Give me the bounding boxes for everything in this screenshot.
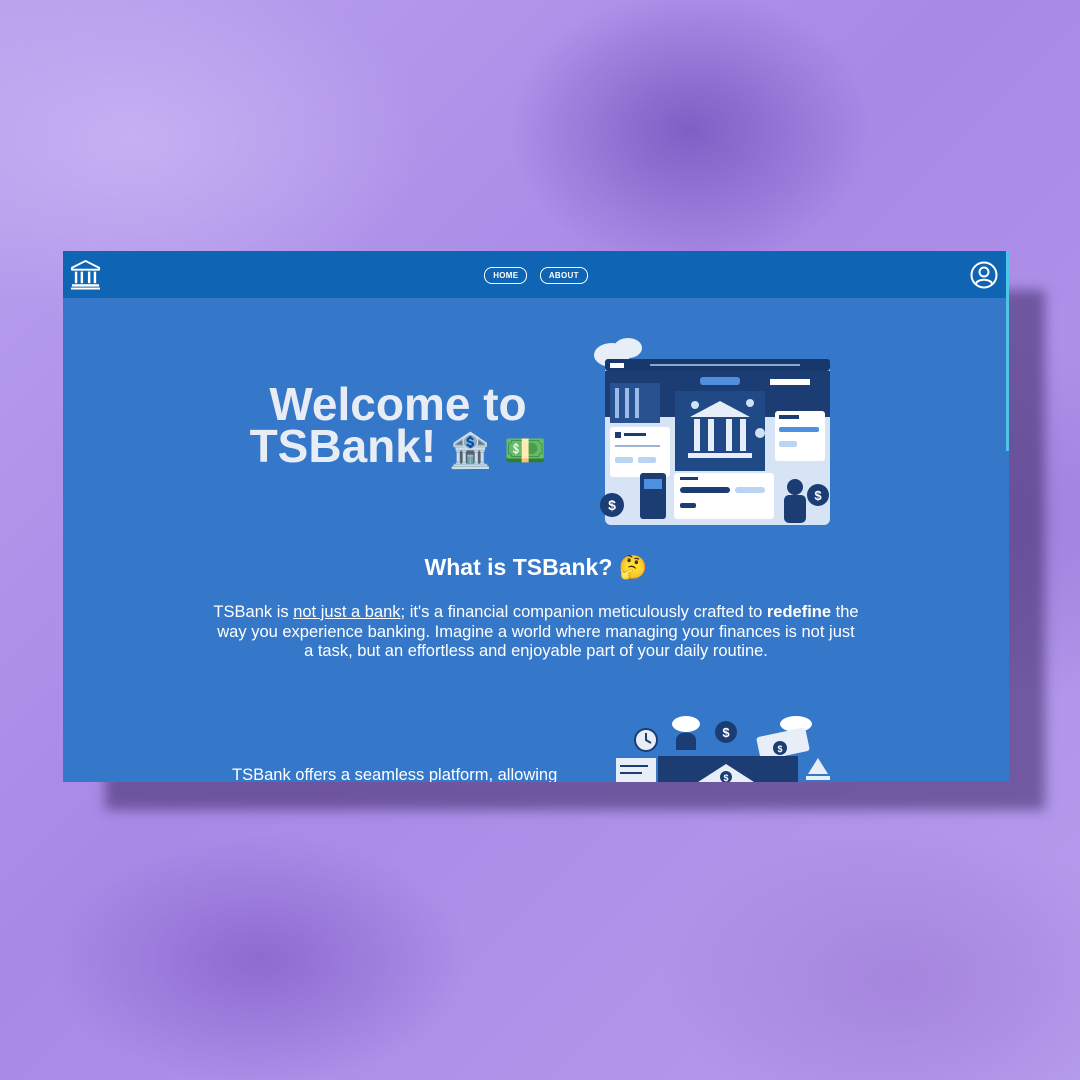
hero-title-line2: TSBank! 🏦 💵 [228,423,568,472]
features-illustration: $ $ $ [616,716,830,782]
features-paragraph: TSBank offers a seamless platform, allow… [232,766,558,782]
about-p1-underline: not just a bank [293,603,401,621]
bank-emoji-icon: 🏦 [448,432,492,470]
nav-about-button[interactable]: ABOUT [539,267,588,284]
about-p1-after: ; it's a financial companion meticulousl… [400,603,767,621]
browser-window: HOME ABOUT Welcome to TSBank! 🏦 💵 $ $ Wh… [63,251,1009,782]
nav-links: HOME ABOUT [63,265,1009,284]
about-heading: What is TSBank? 🤔 [63,554,1009,581]
svg-text:$: $ [723,773,728,782]
svg-text:$: $ [777,744,782,754]
hero-illustration: $ $ [594,338,830,525]
thinking-emoji-icon: 🤔 [618,554,648,580]
scrollbar[interactable] [1006,251,1009,451]
navbar: HOME ABOUT [63,251,1009,298]
about-paragraph: TSBank is not just a bank; it's a financ… [213,603,859,662]
nav-home-button[interactable]: HOME [484,267,528,284]
money-emoji-icon: 💵 [504,432,547,470]
about-heading-text: What is TSBank? [424,554,613,580]
hero-title-line1: Welcome to [269,378,527,430]
hero-title-brand: TSBank! [249,420,437,472]
svg-text:$: $ [608,497,616,513]
hero-title: Welcome to TSBank! 🏦 💵 [228,378,568,472]
about-p1-bold: redefine [766,603,832,621]
about-p1-before: TSBank is [213,603,294,621]
svg-text:$: $ [814,488,822,503]
svg-text:$: $ [722,725,730,740]
user-account-icon[interactable] [970,261,998,289]
